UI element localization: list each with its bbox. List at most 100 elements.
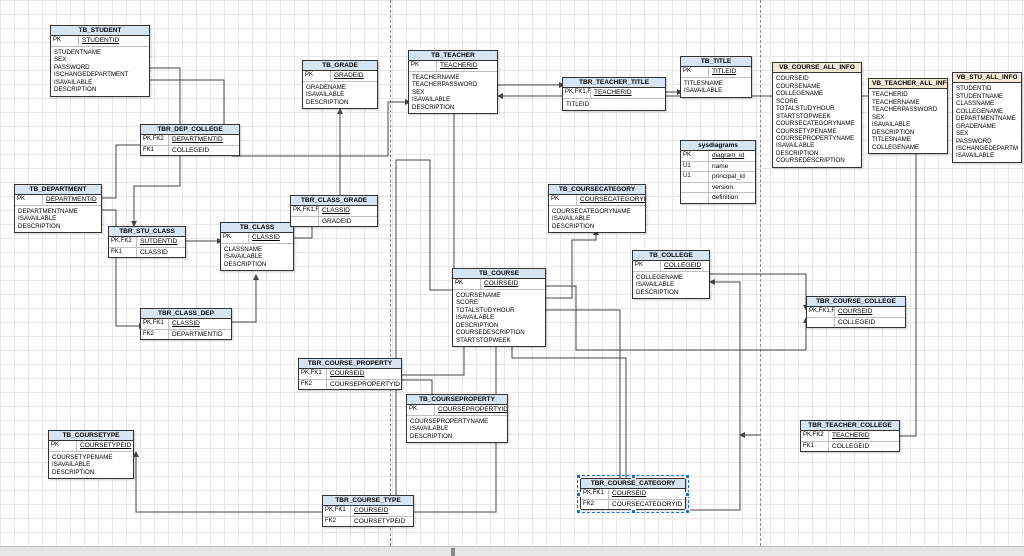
entity-key-row: FK1CLASSID — [109, 248, 185, 257]
entity-vb_teacher_all_info[interactable]: VB_TEACHER_ALL_INFOTEACHERIDTEACHERNAMET… — [868, 78, 948, 154]
key-field: COURSEID — [481, 279, 545, 288]
key-field: principal_id — [709, 172, 755, 181]
entity-key-row: FK2COURSECATEGORYID — [581, 500, 685, 509]
entity-title[interactable]: TBR_COURSE_PROPERTY — [299, 359, 401, 369]
entity-attrs: TEACHERIDTEACHERNAMETEACHERPASSWORDSEXIS… — [869, 89, 947, 153]
entity-attr: STARTSTOPWEEK — [776, 113, 858, 120]
selection-handle[interactable] — [576, 492, 581, 497]
entity-vb_course_all_info[interactable]: VB_COURSE_ALL_INFOCOURSEIDCOURSENAMECOLL… — [772, 62, 862, 168]
horizontal-scrollbar[interactable] — [0, 546, 1024, 556]
selection-handle[interactable] — [631, 509, 636, 514]
entity-title[interactable]: TB_COURSE — [453, 269, 545, 279]
key-field: TEACHERID — [437, 61, 497, 70]
selection-handle[interactable] — [685, 474, 690, 479]
page-divider-1 — [390, 0, 391, 556]
entity-tb_coursecategory[interactable]: TB_COURSECATEGORYPKCOURSECATEGORYIDCOURS… — [548, 184, 646, 233]
entity-key-row: PK,FK1,FK2TEACHERID — [563, 88, 665, 98]
entity-tb_title[interactable]: TB_TITLEPKTITLEIDTITLESNAMEISAVAILABLE — [680, 56, 752, 98]
entity-attr: DESCRIPTION — [224, 261, 290, 268]
entity-attr: DEPARTMENTNAME — [956, 115, 1018, 122]
entity-tbr_class_grade[interactable]: TBR_CLASS_GRADEPK,FK1,FK2CLASSIDGRADEID — [290, 195, 378, 227]
entity-tb_courseproperty[interactable]: TB_COURSEPROPERTYPKCOURSEPROPERTYIDCOURS… — [406, 394, 508, 443]
entity-attr: ISCHANGEDEPARTMENT — [956, 145, 1018, 152]
entity-attr: ISAVAILABLE — [456, 314, 542, 321]
entity-tb_course[interactable]: TB_COURSEPKCOURSEIDCOURSENAMESCORETOTALS… — [452, 268, 546, 347]
entity-tb_department[interactable]: TB_DEPARTMENTPKDEPARTMENTIDDEPARTMENTNAM… — [14, 184, 102, 233]
entity-title[interactable]: VB_STU_ALL_INFO — [953, 73, 1021, 83]
entity-attr: STUDENTID — [956, 85, 1018, 92]
key-indicator: U1 — [681, 172, 709, 181]
entity-title[interactable]: TB_COURSETYPE — [49, 431, 133, 441]
entity-title[interactable]: TB_TITLE — [681, 57, 751, 67]
entity-title[interactable]: TBR_STU_CLASS — [109, 227, 185, 237]
entity-title[interactable]: TBR_DEP_COLLEGE — [141, 125, 239, 135]
entity-tb_class[interactable]: TB_CLASSPKCLASSIDCLASSNAMEISAVAILABLEDES… — [220, 222, 294, 271]
entity-attr: DESCRIPTION — [776, 150, 858, 157]
entity-title[interactable]: TB_COURSEPROPERTY — [407, 395, 507, 405]
selection-handle[interactable] — [685, 509, 690, 514]
entity-title[interactable]: TBR_TEACHER_COLLEGE — [801, 421, 899, 431]
entity-attrs: COURSETYPENAMEISAVAILABLEDESCRIPTION — [49, 452, 133, 478]
entity-attr: COURSEID — [776, 75, 858, 82]
entity-title[interactable]: TBR_COURSE_COLLEGE — [807, 297, 905, 307]
entity-attrs: STUDENTNAMESEXPASSWORDISCHANGEDEPARTMENT… — [51, 47, 149, 96]
entity-attr: ISAVAILABLE — [306, 91, 374, 98]
key-field: STUDENTID — [79, 36, 149, 45]
entity-vb_stu_all_info[interactable]: VB_STU_ALL_INFOSTUDENTIDSTUDENTNAMECLASS… — [952, 72, 1022, 163]
entity-tbr_course_category[interactable]: TBR_COURSE_CATEGORYPK,FK1COURSEIDFK2COUR… — [580, 478, 686, 510]
entity-attr: TOTALSTUDYHOUR — [776, 105, 858, 112]
entity-title[interactable]: TB_COLLEGE — [633, 251, 709, 261]
entity-key-row: GRADEID — [291, 217, 377, 226]
selection-handle[interactable] — [576, 474, 581, 479]
entity-tb_college[interactable]: TB_COLLEGEPKCOLLEGEIDCOLLEGENAMEISAVAILA… — [632, 250, 710, 299]
selection-handle[interactable] — [685, 492, 690, 497]
key-indicator: PK — [633, 261, 661, 270]
entity-key-row: PKCLASSID — [221, 233, 293, 243]
entity-title[interactable]: TBR_CLASS_GRADE — [291, 196, 377, 206]
entity-key-row: FK1COLLEGEID — [801, 442, 899, 451]
entity-attr: GRADENAME — [306, 84, 374, 91]
key-indicator: PK,FK2 — [109, 237, 137, 246]
entity-title[interactable]: TB_COURSECATEGORY — [549, 185, 645, 195]
entity-title[interactable]: TB_CLASS — [221, 223, 293, 233]
entity-title[interactable]: TBR_COURSE_CATEGORY — [581, 479, 685, 489]
entity-key-row: PKGRADEID — [303, 71, 377, 81]
entity-tb_student[interactable]: TB_STUDENTPKSTUDENTIDSTUDENTNAMESEXPASSW… — [50, 25, 150, 97]
selection-handle[interactable] — [631, 474, 636, 479]
entity-tbr_course_college[interactable]: TBR_COURSE_COLLEGEPK,FK1,FK2COURSEIDCOLL… — [806, 296, 906, 328]
entity-attr: ISAVAILABLE — [636, 281, 706, 288]
entity-title[interactable]: sysdiagrams — [681, 141, 755, 151]
entity-tbr_stu_class[interactable]: TBR_STU_CLASSPK,FK2SUTDENTIDFK1CLASSID — [108, 226, 186, 258]
entity-title[interactable]: TB_DEPARTMENT — [15, 185, 101, 195]
key-field: TEACHERID — [591, 88, 665, 97]
entity-tb_teacher[interactable]: TB_TEACHERPKTEACHERIDTEACHERNAMETEACHERP… — [408, 50, 498, 114]
scrollbar-thumb[interactable] — [451, 548, 455, 556]
entity-title[interactable]: TB_TEACHER — [409, 51, 497, 61]
entity-attr: ISAVAILABLE — [54, 79, 146, 86]
key-field: COURSEID — [835, 307, 905, 316]
entity-key-row: PK,FK1CLASSID — [141, 319, 231, 329]
entity-attrs: GRADENAMEISAVAILABLEDESCRIPTION — [303, 82, 377, 108]
entity-tbr_class_dep[interactable]: TBR_CLASS_DEPPK,FK1CLASSIDFK2DEPARTMENTI… — [140, 308, 232, 340]
entity-attr: SEX — [956, 130, 1018, 137]
entity-tbr_teacher_college[interactable]: TBR_TEACHER_COLLEGEPK,FK2TEACHERIDFK1COL… — [800, 420, 900, 452]
entity-tbr_dep_college[interactable]: TBR_DEP_COLLEGEPK,FK2DEPARTMENTIDFK1COLL… — [140, 124, 240, 156]
entity-tbr_course_property[interactable]: TBR_COURSE_PROPERTYPK,FK1COURSEIDFK2COUR… — [298, 358, 402, 390]
key-field: diagram_id — [709, 151, 755, 160]
entity-title[interactable]: VB_TEACHER_ALL_INFO — [869, 79, 947, 89]
entity-title[interactable]: TBR_TEACHER_TITLE — [563, 78, 665, 88]
selection-handle[interactable] — [576, 509, 581, 514]
entity-tb_grade[interactable]: TB_GRADEPKGRADEIDGRADENAMEISAVAILABLEDES… — [302, 60, 378, 109]
entity-title[interactable]: VB_COURSE_ALL_INFO — [773, 63, 861, 73]
entity-title[interactable]: TB_GRADE — [303, 61, 377, 71]
entity-title[interactable]: TBR_CLASS_DEP — [141, 309, 231, 319]
key-field: name — [709, 162, 755, 171]
key-indicator: PK — [549, 195, 577, 204]
entity-title[interactable]: TB_STUDENT — [51, 26, 149, 36]
entity-tbr_teacher_title[interactable]: TBR_TEACHER_TITLEPK,FK1,FK2TEACHERIDTITL… — [562, 77, 666, 111]
entity-sysdiagrams[interactable]: sysdiagramsPKdiagram_idU1nameU1principal… — [680, 140, 756, 204]
entity-title[interactable]: TBR_COURSE_TYPE — [323, 496, 413, 506]
entity-attr: DESCRIPTION — [410, 433, 504, 440]
entity-tb_coursetype[interactable]: TB_COURSETYPEPKCOURSETYPEIDCOURSETYPENAM… — [48, 430, 134, 479]
entity-tbr_course_type[interactable]: TBR_COURSE_TYPEPK,FK1COURSEIDFK2COURSETY… — [322, 495, 414, 527]
